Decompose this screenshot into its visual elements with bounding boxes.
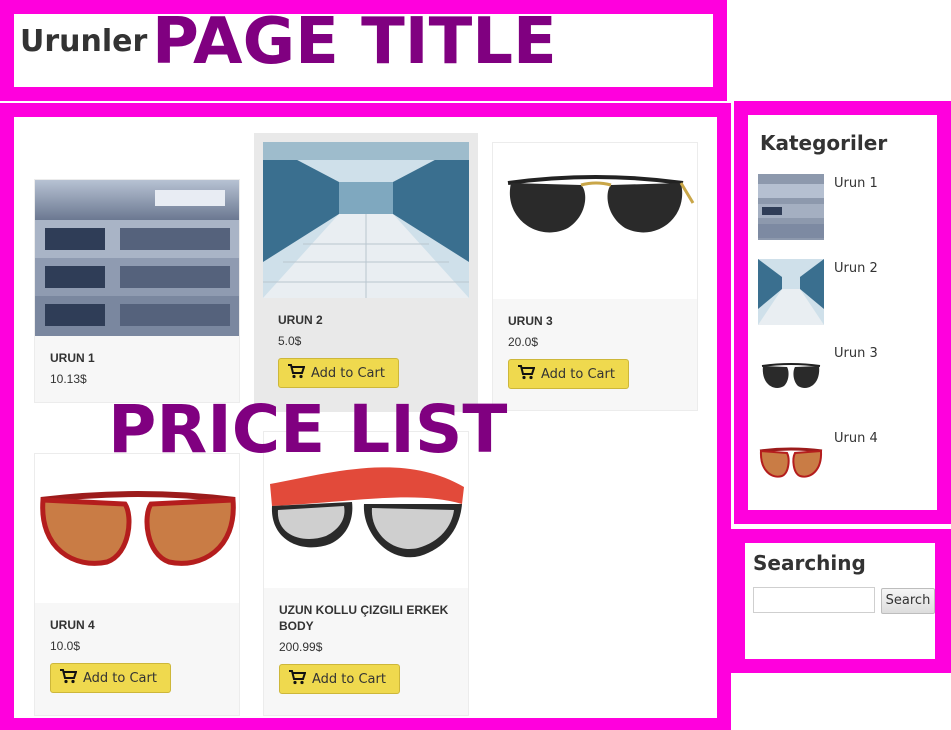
search-input[interactable] bbox=[753, 587, 875, 613]
category-item[interactable]: Urun 4 bbox=[758, 429, 918, 495]
category-item[interactable]: Urun 1 bbox=[758, 174, 918, 240]
category-link[interactable]: Urun 1 bbox=[834, 176, 878, 191]
sunglasses-black-icon bbox=[758, 344, 824, 410]
add-to-cart-button[interactable]: Add to Cart bbox=[278, 358, 399, 388]
category-link[interactable]: Urun 4 bbox=[834, 431, 878, 446]
data-center-icon bbox=[758, 259, 824, 325]
product-name: URUN 1 bbox=[50, 351, 95, 365]
product-price: 5.0$ bbox=[278, 334, 302, 348]
sunglasses-black-icon bbox=[493, 143, 697, 299]
category-link[interactable]: Urun 3 bbox=[834, 346, 878, 361]
product-name: URUN 3 bbox=[508, 314, 553, 328]
add-to-cart-button[interactable]: Add to Cart bbox=[50, 663, 171, 693]
search-frame: Searching Search bbox=[731, 529, 951, 673]
cart-icon bbox=[287, 363, 306, 383]
search-button[interactable]: Search bbox=[881, 588, 935, 614]
product-card[interactable]: URUN 2 5.0$ Add to Cart bbox=[254, 133, 478, 412]
page-title-overlay: PAGE TITLE bbox=[152, 5, 557, 79]
product-name: URUN 2 bbox=[278, 313, 323, 327]
categories-frame: Kategoriler Urun 1 Urun 2 Urun 3 Urun 4 bbox=[734, 101, 951, 524]
cart-button-label: Add to Cart bbox=[83, 670, 157, 686]
category-item[interactable]: Urun 2 bbox=[758, 259, 918, 325]
cart-button-label: Add to Cart bbox=[312, 671, 386, 687]
price-list-overlay: PRICE LIST bbox=[108, 391, 508, 468]
server-rack-icon bbox=[35, 180, 239, 336]
page-title: Urunler bbox=[20, 24, 148, 59]
add-to-cart-button[interactable]: Add to Cart bbox=[279, 664, 400, 694]
sunglasses-red-cateye-icon bbox=[758, 429, 824, 495]
add-to-cart-button[interactable]: Add to Cart bbox=[508, 359, 629, 389]
cart-icon bbox=[59, 668, 78, 688]
product-card[interactable]: UZUN KOLLU ÇIZGILI ERKEK BODY 200.99$ Ad… bbox=[263, 431, 469, 716]
product-price: 10.13$ bbox=[50, 372, 87, 386]
cart-icon bbox=[288, 669, 307, 689]
data-center-icon bbox=[263, 142, 469, 298]
cart-icon bbox=[517, 364, 536, 384]
product-name: UZUN KOLLU ÇIZGILI ERKEK BODY bbox=[279, 603, 449, 633]
product-card[interactable]: URUN 3 20.0$ Add to Cart bbox=[492, 142, 698, 411]
category-item[interactable]: Urun 3 bbox=[758, 344, 918, 410]
server-rack-icon bbox=[758, 174, 824, 240]
category-link[interactable]: Urun 2 bbox=[834, 261, 878, 276]
search-title: Searching bbox=[753, 551, 866, 575]
categories-title: Kategoriler bbox=[760, 131, 888, 155]
product-price: 10.0$ bbox=[50, 639, 81, 653]
product-card[interactable]: URUN 1 10.13$ bbox=[34, 179, 240, 403]
sunglasses-red-cateye-icon bbox=[35, 454, 239, 603]
product-name: URUN 4 bbox=[50, 618, 95, 632]
cart-button-label: Add to Cart bbox=[311, 365, 385, 381]
product-price: 20.0$ bbox=[508, 335, 539, 349]
product-card[interactable]: URUN 4 10.0$ Add to Cart bbox=[34, 453, 240, 716]
cart-button-label: Add to Cart bbox=[541, 366, 615, 382]
product-price: 200.99$ bbox=[279, 640, 323, 654]
